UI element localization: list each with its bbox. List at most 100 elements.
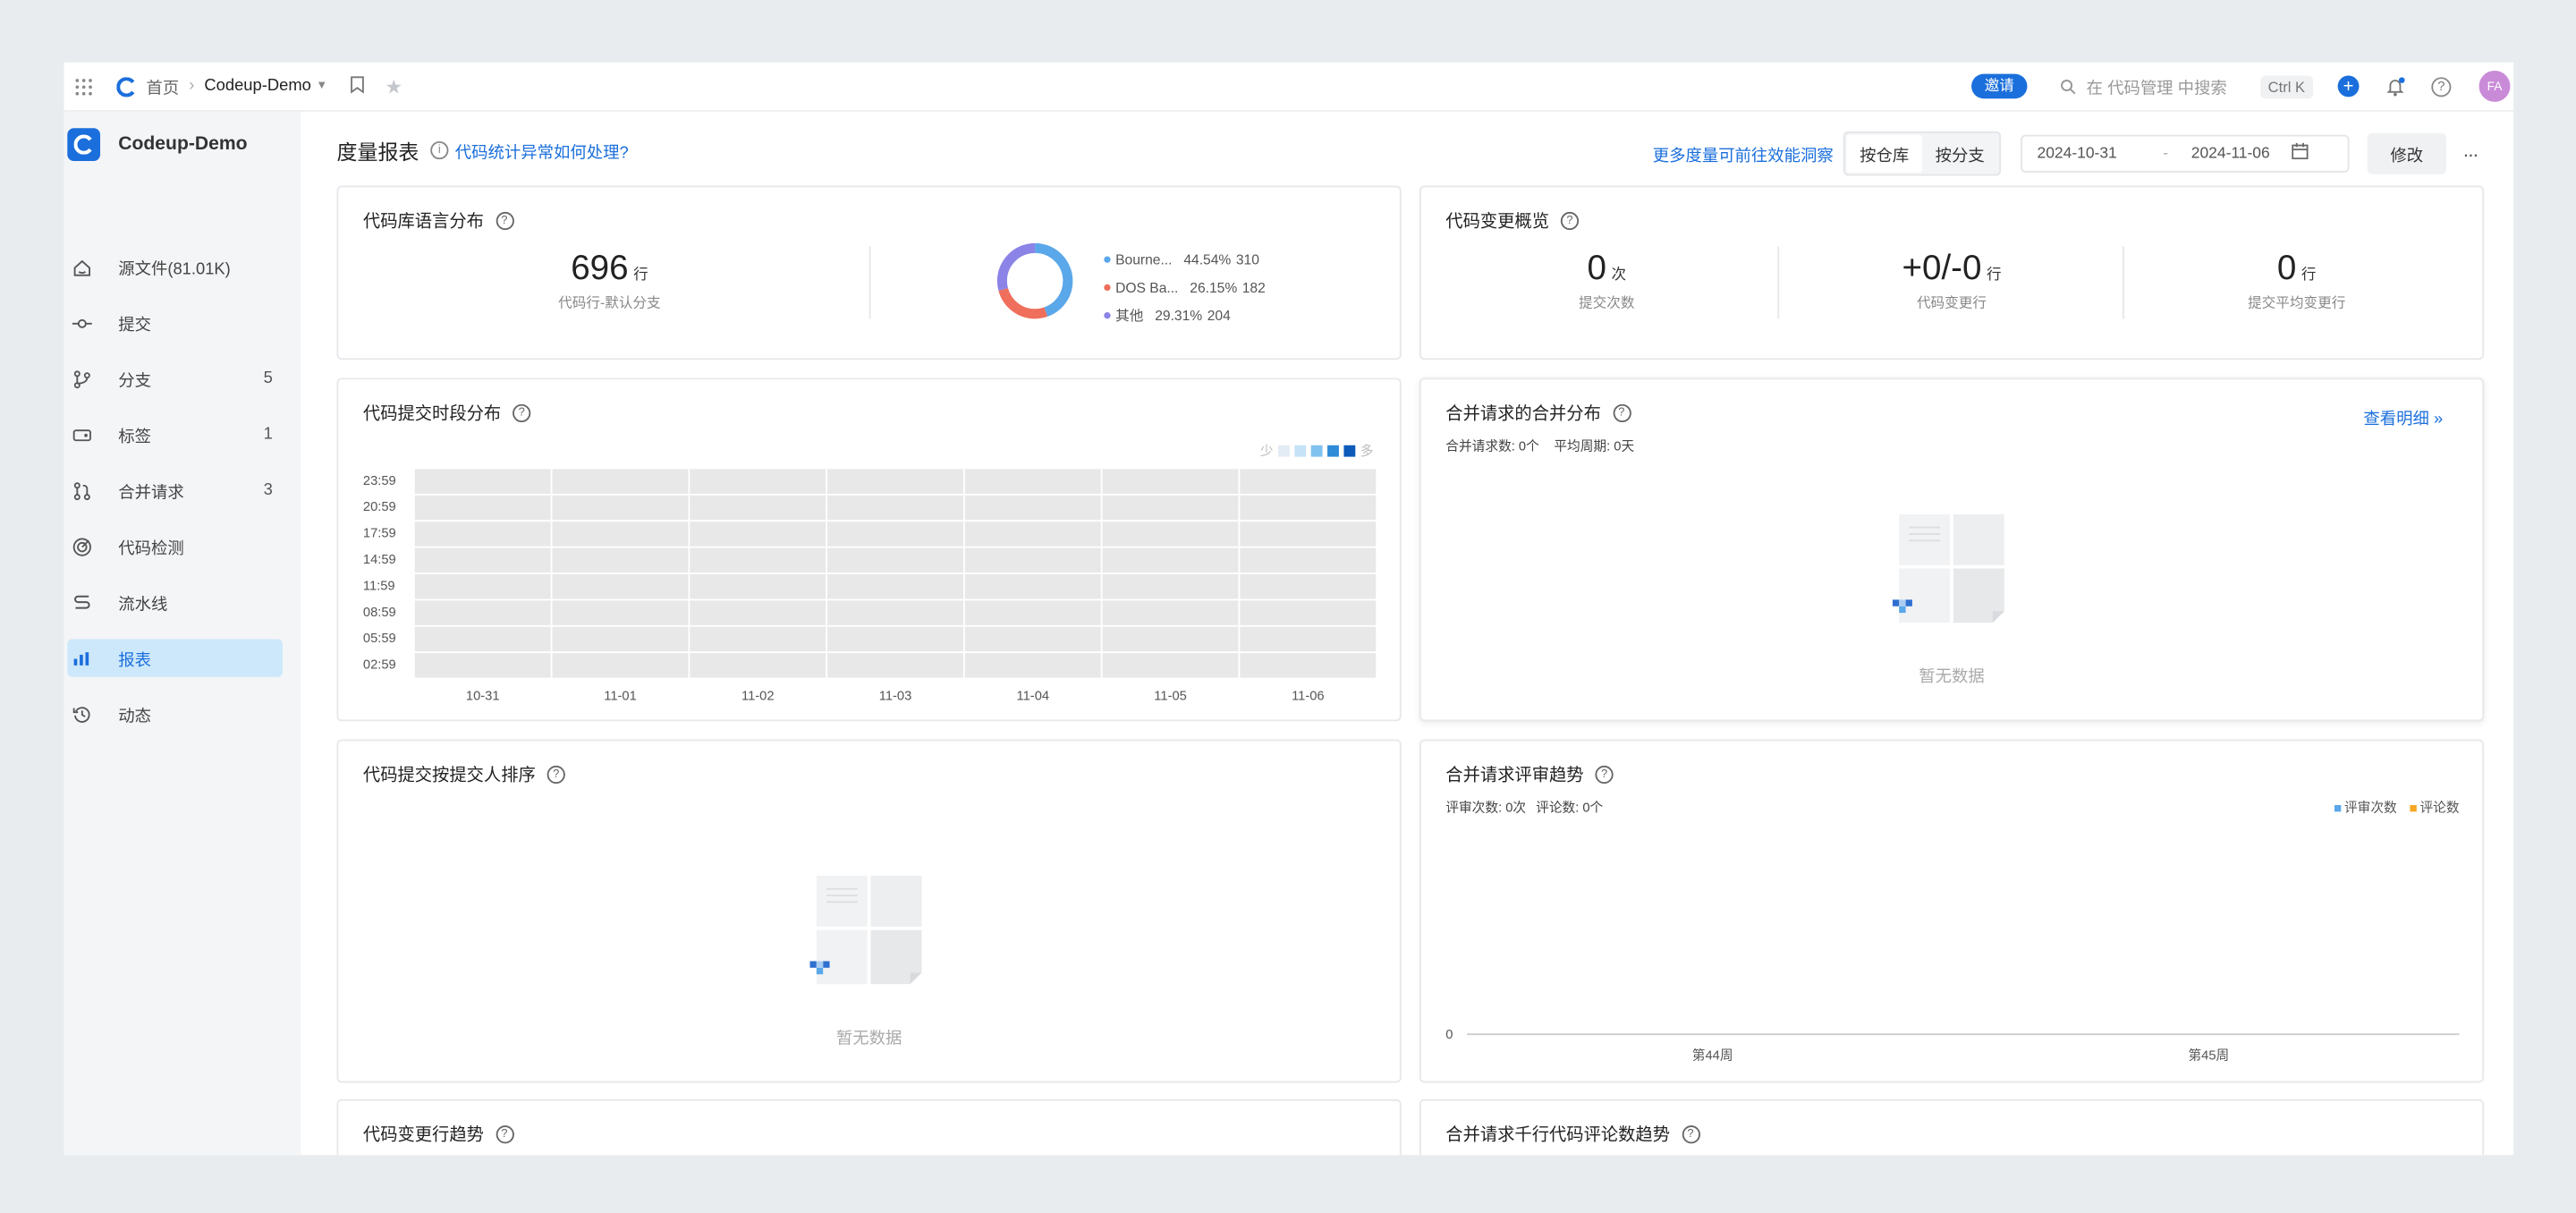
sidebar-item-branches[interactable]: 分支 5 [67,360,283,397]
heatmap-cell [552,653,689,678]
heatmap-cell [1102,653,1239,678]
heatmap-cell [827,547,963,573]
page-title: 度量报表 [336,140,419,165]
heatmap-cell [1240,653,1377,678]
sidebar-item-tags[interactable]: 标签 1 [67,416,283,454]
empty-state-text: 暂无数据 [1919,668,1985,687]
pipeline-icon [71,592,94,612]
sidebar-item-count: 3 [263,481,273,500]
heatmap-cell [690,469,826,494]
sidebar-item-activity[interactable]: 动态 [67,695,283,733]
question-icon[interactable]: ? [1560,211,1580,231]
question-icon[interactable]: ? [1612,403,1631,423]
question-icon[interactable]: ? [1681,1125,1700,1144]
card-title: 代码提交按提交人排序 ? [363,762,565,787]
legend-swatch [1343,445,1356,457]
sidebar-item-pipeline[interactable]: 流水线 [67,583,283,621]
heatmap-cell [414,626,551,652]
x-tick-label: 11-06 [1292,688,1325,704]
card-title: 代码变更概览 ? [1445,208,1580,233]
legend-swatch [1277,445,1290,457]
sidebar-item-merge-requests[interactable]: 合并请求 3 [67,471,283,509]
more-icon[interactable]: ··· [2462,142,2479,165]
commit-icon [71,313,94,333]
legend-item: Bourne... 44.54% 310 [1104,245,1266,273]
sidebar-item-source[interactable]: 源文件(81.01K) [67,248,283,285]
edit-button[interactable]: 修改 [2367,132,2446,174]
empty-state-icon [1892,513,2004,623]
commit-time-card: 代码提交时段分布 ? 少 多 23:59 20:59 17:59 14:59 1… [336,377,1402,722]
legend-label: DOS Ba... [1115,278,1179,295]
x-tick-label: 11-01 [604,688,637,704]
question-icon[interactable]: ? [495,1125,513,1144]
heatmap-cell [414,522,551,547]
question-icon[interactable]: ? [547,765,565,785]
x-tick-label: 10-31 [465,688,500,704]
x-tick-label: 11-02 [741,688,775,704]
legend-low: 少 [1259,443,1274,459]
star-icon[interactable]: ★ [385,75,402,98]
sidebar-item-reports[interactable]: 报表 [67,639,283,677]
breadcrumb-home[interactable]: 首页 [146,74,179,98]
codeup-logo-icon[interactable] [116,63,136,110]
heatmap-cell [690,522,826,547]
invite-button[interactable]: 邀请 [1971,63,2028,110]
chevron-down-icon[interactable]: ▼ [316,81,327,92]
tab-by-branch[interactable]: 按分支 [1922,135,1997,173]
create-button[interactable]: + [2337,63,2360,110]
global-search[interactable]: 在 代码管理 中搜索 Ctrl K [2060,63,2314,110]
insights-link[interactable]: 更多度量可前往效能洞察 [1653,141,1834,165]
legend-lines: 310 [1235,250,1259,267]
app-window: 首页 › Codeup-Demo ▼ ★ 邀请 在 代码管理 中搜索 Ctrl … [64,62,2514,1156]
sidebar-item-code-scan[interactable]: 代码检测 [67,528,283,565]
date-end-input[interactable]: 2024-11-06 [2191,145,2270,163]
date-range-picker[interactable]: 2024-10-31 - 2024-11-06 [2021,134,2350,173]
shortcut-badge: Ctrl K [2259,74,2314,98]
sidebar-repo-header[interactable]: Codeup-Demo [67,128,248,161]
heatmap-cell [414,495,551,521]
view-details-link[interactable]: 查看明细 » [2363,404,2443,428]
header-controls: 更多度量可前往效能洞察 按仓库 按分支 2024-10-31 - 2024-11… [1653,131,2479,176]
app-grid-icon[interactable] [74,63,94,110]
sidebar-item-commits[interactable]: 提交 [67,304,283,342]
card-title: 代码变更行趋势 ? [363,1122,513,1147]
bookmark-icon[interactable] [351,75,366,98]
calendar-icon[interactable] [2291,142,2308,165]
committer-ranking-card: 代码提交按提交人排序 ? 暂无数据 [336,739,1402,1083]
sidebar-item-count: 1 [263,425,273,444]
heatmap-cell [690,547,826,573]
empty-state-text: 暂无数据 [835,1030,902,1048]
date-separator: - [2163,144,2169,163]
sidebar-item-label: 分支 [118,372,151,392]
heatmap-cell [552,626,689,652]
heatmap-cell [1102,495,1239,521]
breadcrumb-repo[interactable]: Codeup-Demo [204,77,310,95]
y-tick-label: 08:59 [362,604,396,620]
tab-by-repo[interactable]: 按仓库 [1846,134,1922,173]
review-stats: 评审次数: 0次 评论数: 0个 [1445,799,1603,817]
x-tick-label: 11-05 [1154,688,1187,704]
notification-button[interactable] [2385,63,2405,110]
legend-swatch [1327,445,1339,457]
question-icon[interactable]: ? [495,211,513,231]
language-donut-chart [996,242,1073,319]
question-icon[interactable]: ? [1595,765,1614,785]
help-button[interactable]: ? [2431,63,2452,110]
date-start-input[interactable]: 2024-10-31 [2038,145,2117,163]
review-trend-card: 合并请求评审趋势 ? 评审次数: 0次 评论数: 0个 评审次数 评论数 0 第… [1419,739,2485,1083]
search-input[interactable]: 在 代码管理 中搜索 [2087,74,2227,98]
user-avatar[interactable]: FA [2479,63,2511,110]
help-link[interactable]: i 代码统计异常如何处理? [430,138,629,163]
breadcrumb: 首页 › Codeup-Demo ▼ ★ [146,63,402,110]
y-zero-label: 0 [1445,1026,1453,1042]
top-bar: 首页 › Codeup-Demo ▼ ★ 邀请 在 代码管理 中搜索 Ctrl … [64,62,2514,112]
bell-icon [2386,76,2405,96]
legend-swatch [2334,804,2342,811]
stat-value: 0 [1587,250,1606,288]
total-lines-value: 696 [571,250,629,288]
stat-unit: 行 [1986,266,2002,283]
legend-label: 评审次数 [2343,800,2397,816]
y-tick-label: 20:59 [362,499,396,514]
language-legend: Bourne... 44.54% 310 DOS Ba... 26.15% 18… [1104,245,1266,329]
question-icon[interactable]: ? [513,403,531,423]
